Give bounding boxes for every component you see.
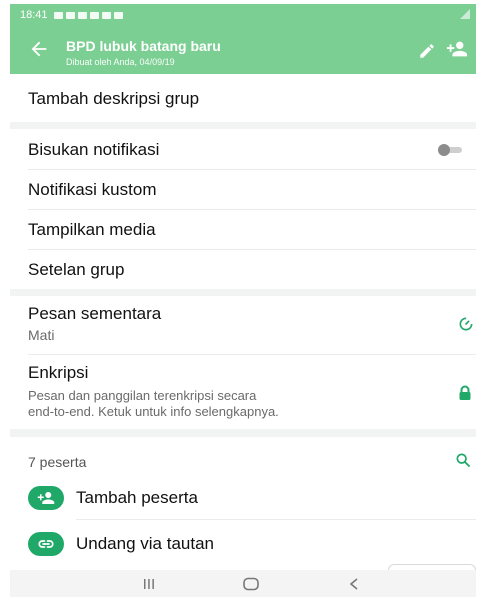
settings-section: Bisukan notifikasi Notifikasi kustom Tam…	[10, 129, 476, 289]
disappearing-messages-row[interactable]: Pesan sementara Mati	[10, 296, 476, 354]
encryption-label: Enkripsi	[28, 363, 89, 382]
description-section: Tambah deskripsi grup	[10, 74, 476, 122]
person-add-icon[interactable]	[446, 38, 468, 60]
invite-link-icon	[28, 532, 64, 556]
link-icon	[38, 540, 54, 548]
arrow-left-icon[interactable]	[28, 38, 50, 60]
timer-icon	[459, 317, 473, 331]
signal-icon	[460, 9, 470, 19]
mute-toggle-switch[interactable]	[436, 144, 464, 156]
encryption-description-line1: Pesan dan panggilan terenkripsi secara	[28, 388, 257, 403]
search-icon[interactable]	[455, 452, 471, 468]
image-notification-icon	[89, 11, 99, 19]
encryption-row[interactable]: Enkripsi Pesan dan panggilan terenkripsi…	[10, 355, 476, 429]
media-visibility-label: Tampilkan media	[28, 220, 156, 239]
disappearing-messages-value: Mati	[28, 327, 55, 343]
disappearing-messages-label: Pesan sementara	[28, 304, 162, 323]
lock-icon	[459, 385, 471, 400]
mute-notifications-row[interactable]: Bisukan notifikasi	[10, 129, 476, 169]
recents-icon[interactable]	[142, 578, 156, 590]
pencil-icon[interactable]	[418, 42, 436, 60]
status-time: 18:41	[20, 9, 48, 21]
invite-via-link-label: Undang via tautan	[76, 534, 214, 553]
navigation-bar	[10, 570, 476, 597]
check-notification-icon	[77, 11, 87, 19]
group-settings-label: Setelan grup	[28, 260, 125, 279]
chat-notification-icon	[53, 11, 63, 19]
custom-notifications-row[interactable]: Notifikasi kustom	[10, 170, 476, 209]
group-settings-row[interactable]: Setelan grup	[10, 250, 476, 289]
image-notification-icon	[113, 11, 123, 19]
home-icon[interactable]	[243, 577, 259, 591]
notification-icons	[53, 11, 123, 19]
screen-frame: 18:41 BPD lubuk batang baru Dibuat oleh …	[10, 4, 476, 597]
media-visibility-row[interactable]: Tampilkan media	[10, 210, 476, 249]
group-title[interactable]: BPD lubuk batang baru	[66, 38, 221, 54]
privacy-section: Pesan sementara Mati Enkripsi Pesan dan …	[10, 296, 476, 429]
back-icon[interactable]	[349, 578, 359, 590]
app-bar: BPD lubuk batang baru Dibuat oleh Anda, …	[10, 26, 476, 74]
image-notification-icon	[65, 11, 75, 19]
status-bar: 18:41	[10, 4, 476, 26]
participant-count: 7 peserta	[28, 454, 87, 470]
invite-via-link-row[interactable]: Undang via tautan	[10, 523, 476, 565]
group-created-info: Dibuat oleh Anda, 04/09/19	[66, 57, 175, 67]
person-add-icon	[37, 492, 55, 504]
status-system-icons	[460, 9, 470, 19]
add-group-description[interactable]: Tambah deskripsi grup	[28, 89, 199, 109]
participants-section: 7 peserta Tambah peserta Undang via taut…	[10, 437, 476, 571]
add-participant-icon	[28, 486, 64, 510]
divider	[76, 519, 476, 520]
encryption-description-line2: end-to-end. Ketuk untuk info selengkapny…	[28, 404, 279, 419]
add-participant-label: Tambah peserta	[76, 488, 198, 507]
add-participant-row[interactable]: Tambah peserta	[10, 477, 476, 519]
custom-notifications-label: Notifikasi kustom	[28, 180, 157, 199]
mute-notifications-label: Bisukan notifikasi	[28, 140, 160, 159]
image-notification-icon	[101, 11, 111, 19]
